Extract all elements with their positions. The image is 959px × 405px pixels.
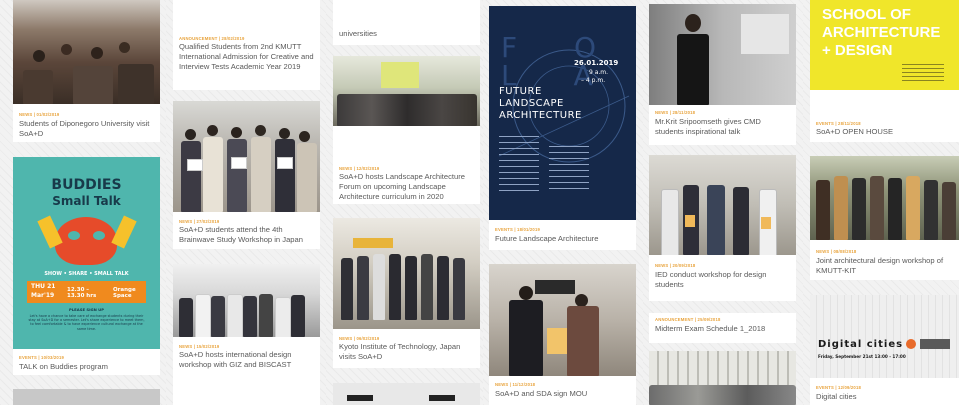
card-title[interactable]: SoA+D and SDA sign MOU: [495, 389, 630, 399]
banner: [353, 238, 393, 248]
news-card[interactable]: NEWS | 08/08/2018 Joint architectural de…: [810, 156, 959, 280]
poster-signup: PLEASE SIGN UP: [68, 307, 104, 312]
news-card[interactable]: SCHOOL OF ARCHITECTURE + DESIGN EVENTS |…: [810, 0, 959, 142]
news-card[interactable]: NEWS | 12/02/2019 SoA+D hosts Landscape …: [333, 56, 480, 204]
news-grid: NEWS | 01/02/2019 Students of Diponegoro…: [0, 0, 959, 405]
poster-title: FUTURE LANDSCAPE ARCHITECTURE: [499, 86, 582, 121]
card-category: EVENTS | 28/11/2018: [816, 121, 861, 126]
card-title[interactable]: IED conduct workshop for design students: [655, 270, 790, 290]
card-image[interactable]: [333, 56, 480, 126]
card-image[interactable]: [649, 155, 796, 255]
card-title[interactable]: Qualified Students from 2nd KMUTT Intern…: [179, 42, 314, 72]
card-category: EVENTS | 10/03/2019: [19, 355, 65, 360]
news-card[interactable]: NEWS | 27/02/2019 SoA+D students attend …: [173, 101, 320, 249]
poster-heading: BUDDIES: [51, 177, 122, 193]
card-image[interactable]: [173, 264, 320, 337]
news-card[interactable]: NEWS | 01/02/2019 Students of Diponegoro…: [13, 0, 160, 142]
card-category: NEWS | 08/08/2018: [816, 249, 857, 254]
news-card[interactable]: universities: [333, 0, 480, 45]
card-image[interactable]: [13, 389, 160, 405]
card-category: NEWS | 15/02/2019: [179, 344, 220, 349]
poster-title: Digital cities: [818, 339, 904, 350]
card-title[interactable]: Joint architectural design workshop of K…: [816, 256, 953, 276]
card-image[interactable]: [649, 4, 796, 105]
card-image[interactable]: F O L A 26.01.2019 9 a.m. – 4 p.m. FUTUR…: [489, 6, 636, 220]
poster-day: THU 21: [31, 283, 56, 290]
card-image[interactable]: BUDDIES Small Talk SHOW • SHARE • SMALL …: [13, 157, 160, 349]
card-category: EVENTS | 12/09/2018: [816, 385, 862, 390]
card-category: NEWS | 27/02/2019: [179, 219, 220, 224]
poster-month: Mar'19: [31, 292, 55, 299]
card-category: EVENTS | 18/01/2019: [495, 227, 541, 232]
poster-time: 12.30 – 13.30 hrs: [67, 287, 97, 299]
poster-tagline: SHOW • SHARE • SMALL TALK: [44, 271, 129, 277]
card-image[interactable]: [333, 383, 480, 405]
card-category: ANNOUNCEMENT | 28/02/2019: [179, 36, 245, 41]
poster-line2: ARCHITECTURE: [822, 24, 941, 41]
card-title[interactable]: SoA+D students attend the 4th Brainwave …: [179, 225, 314, 245]
card-title[interactable]: SoA+D hosts Landscape Architecture Forum…: [339, 172, 474, 202]
news-card[interactable]: Digital cities Friday, September 21st 13…: [810, 295, 959, 405]
poster-line1: SCHOOL OF: [822, 6, 911, 23]
card-category: NEWS | 20/09/2018: [655, 263, 696, 268]
card-image[interactable]: [173, 101, 320, 212]
news-card[interactable]: [649, 351, 796, 405]
news-card[interactable]: ANNOUNCEMENT | 28/02/2019 Qualified Stud…: [173, 0, 320, 90]
card-title[interactable]: Mr.Krit Sripoomseth gives CMD students i…: [655, 117, 790, 137]
slide-screen: [381, 62, 419, 88]
news-card[interactable]: NEWS | 11/12/2018 SoA+D and SDA sign MOU: [489, 264, 636, 405]
news-card[interactable]: [333, 383, 480, 405]
card-title[interactable]: TALK on Buddies program: [19, 362, 154, 372]
news-card[interactable]: NEWS | 15/02/2019 SoA+D hosts internatio…: [173, 264, 320, 405]
poster-info-bar: THU 21 Mar'19 12.30 – 13.30 hrs Orange S…: [27, 281, 146, 303]
poster-line3: + DESIGN: [822, 42, 893, 59]
poster-date: 26.01.2019: [574, 59, 619, 67]
card-image[interactable]: Digital cities Friday, September 21st 13…: [810, 295, 959, 378]
news-card[interactable]: NEWS | 06/02/2019 Kyoto Institute of Tec…: [333, 218, 480, 368]
card-title[interactable]: Midterm Exam Schedule 1_2018: [655, 324, 790, 334]
card-title[interactable]: universities: [339, 29, 474, 39]
card-title[interactable]: SoA+D hosts international design worksho…: [179, 350, 314, 370]
card-title[interactable]: Digital cities: [816, 392, 953, 402]
certificate: [547, 328, 567, 354]
card-category: NEWS | 28/11/2018: [655, 110, 696, 115]
card-title[interactable]: Students of Diponegoro University visit …: [19, 119, 154, 139]
news-card[interactable]: F O L A 26.01.2019 9 a.m. – 4 p.m. FUTUR…: [489, 6, 636, 250]
poster-time-start: 9 a.m.: [589, 69, 609, 76]
news-card[interactable]: ANNOUNCEMENT | 25/09/2018 Midterm Exam S…: [649, 313, 796, 343]
poster-info: Friday, September 21st 13:00 - 17:00: [818, 354, 906, 359]
card-category: NEWS | 12/02/2019: [339, 166, 380, 171]
poster-time-end: – 4 p.m.: [581, 77, 606, 84]
news-card[interactable]: NEWS | 20/09/2018 IED conduct workshop f…: [649, 155, 796, 301]
card-category: NEWS | 01/02/2019: [19, 112, 60, 117]
card-title[interactable]: SoA+D OPEN HOUSE: [816, 127, 953, 137]
card-image[interactable]: [649, 351, 796, 405]
news-card[interactable]: [13, 389, 160, 405]
card-image[interactable]: [333, 218, 480, 329]
card-image[interactable]: [810, 156, 959, 240]
card-category: ANNOUNCEMENT | 25/09/2018: [655, 317, 721, 322]
card-title[interactable]: Future Landscape Architecture: [495, 234, 630, 244]
poster-place: Orange Space: [113, 287, 136, 299]
card-category: NEWS | 06/02/2019: [339, 336, 380, 341]
card-image[interactable]: [13, 0, 160, 104]
mask-graphic: [55, 217, 117, 265]
card-title[interactable]: Kyoto Institute of Technology, Japan vis…: [339, 342, 474, 362]
news-card[interactable]: NEWS | 28/11/2018 Mr.Krit Sripoomseth gi…: [649, 4, 796, 145]
card-image[interactable]: SCHOOL OF ARCHITECTURE + DESIGN: [810, 0, 959, 90]
card-category: NEWS | 11/12/2018: [495, 382, 536, 387]
news-card[interactable]: BUDDIES Small Talk SHOW • SHARE • SMALL …: [13, 157, 160, 375]
poster-note: Let's have a chance to take care of exch…: [28, 314, 145, 331]
card-image[interactable]: [489, 264, 636, 376]
poster-subheading: Small Talk: [52, 194, 121, 208]
